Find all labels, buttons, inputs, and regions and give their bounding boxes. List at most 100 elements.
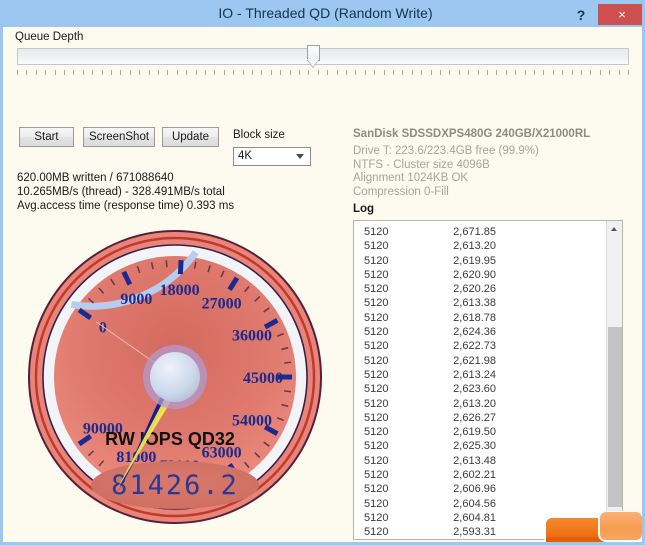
log-cell-value: 2,613.24	[453, 368, 496, 381]
log-cell-value: 2,618.78	[453, 311, 496, 324]
update-button[interactable]: Update	[162, 127, 219, 147]
log-cell-value: 2,621.98	[453, 354, 496, 367]
chevron-down-icon	[296, 154, 304, 159]
drive-filesystem: NTFS - Cluster size 4096B	[353, 158, 490, 171]
title-bar: IO - Threaded QD (Random Write) ? ×	[3, 3, 642, 27]
brand-logo	[541, 510, 642, 542]
drive-compression: Compression 0-Fill	[353, 185, 449, 198]
queue-depth-slider-thumb[interactable]	[307, 45, 320, 69]
log-row[interactable]: 5120 2,626.27	[354, 411, 606, 425]
svg-text:9000: 9000	[120, 291, 152, 308]
stats-throughput: 10.265MB/s (thread) - 328.491MB/s total	[17, 186, 225, 198]
gauge-digital-readout: 81426.2	[111, 470, 239, 501]
drive-details: Drive T: 223.6/223.4GB free (99.9%) NTFS…	[353, 145, 539, 199]
svg-text:36000: 36000	[232, 327, 272, 344]
svg-text:54000: 54000	[232, 413, 272, 430]
log-cell-blocks: 5120	[364, 526, 389, 539]
scroll-up-icon[interactable]	[607, 221, 622, 237]
stats-block: 620.00MB written / 671088640 10.265MB/s …	[17, 171, 234, 213]
log-listbox[interactable]: 5120 2,671.85 5120 2,613.20 5120 2,619.95 5120…	[353, 220, 623, 540]
log-cell-blocks: 5120	[364, 411, 389, 424]
app-window: IO - Threaded QD (Random Write) ? × Queu…	[0, 0, 645, 545]
log-cell-blocks: 5120	[364, 397, 389, 410]
queue-depth-slider-track[interactable]	[17, 48, 629, 65]
log-cell-blocks: 5120	[364, 440, 389, 453]
log-cell-blocks: 5120	[364, 326, 389, 339]
start-button[interactable]: Start	[19, 127, 74, 147]
log-cell-value: 2,619.50	[453, 426, 496, 439]
log-row[interactable]: 5120 2,602.21	[354, 468, 606, 482]
log-row[interactable]: 5120 2,613.20	[354, 239, 606, 253]
svg-text:27000: 27000	[202, 295, 242, 312]
log-row[interactable]: 5120 2,613.24	[354, 368, 606, 382]
log-cell-blocks: 5120	[364, 340, 389, 353]
log-cell-value: 2,613.38	[453, 297, 496, 310]
log-cell-blocks: 5120	[364, 354, 389, 367]
log-row[interactable]: 5120 2,619.95	[354, 254, 606, 268]
log-cell-blocks: 5120	[364, 268, 389, 281]
log-cell-value: 2,613.48	[453, 454, 496, 467]
log-cell-value: 2,671.85	[453, 226, 496, 238]
log-row[interactable]: 5120 2,625.30	[354, 439, 606, 453]
log-row[interactable]: 5120 2,604.56	[354, 497, 606, 511]
client-area: Queue Depth Start ScreenShot Update Bloc…	[3, 27, 642, 542]
log-cell-value: 2,613.20	[453, 240, 496, 253]
svg-text:18000: 18000	[160, 282, 200, 299]
log-cell-value: 2,620.90	[453, 268, 496, 281]
log-cell-value: 2,593.31	[453, 526, 496, 539]
log-row[interactable]: 5120 2,613.20	[354, 397, 606, 411]
log-row[interactable]: 5120 2,620.90	[354, 268, 606, 282]
log-cell-blocks: 5120	[364, 311, 389, 324]
log-cell-value: 2,624.36	[453, 326, 496, 339]
stats-written: 620.00MB written / 671088640	[17, 172, 174, 184]
log-cell-blocks: 5120	[364, 497, 389, 510]
log-cell-blocks: 5120	[364, 511, 389, 524]
block-size-select[interactable]: 4K	[233, 147, 311, 166]
log-row[interactable]: 5120 2,619.50	[354, 425, 606, 439]
block-size-value: 4K	[238, 150, 253, 162]
log-cell-value: 2,606.96	[453, 483, 496, 496]
log-label: Log	[353, 203, 375, 215]
drive-capacity: Drive T: 223.6/223.4GB free (99.9%)	[353, 145, 539, 157]
log-cell-blocks: 5120	[364, 297, 389, 310]
log-cell-blocks: 5120	[364, 426, 389, 439]
scrollbar-thumb[interactable]	[608, 327, 622, 507]
log-scrollbar[interactable]	[606, 221, 622, 539]
gauge-caption: RW IOPS QD32	[105, 429, 235, 449]
log-cell-value: 2,625.30	[453, 440, 496, 453]
queue-depth-label: Queue Depth	[15, 31, 84, 43]
log-row[interactable]: 5120 2,613.38	[354, 296, 606, 310]
gauge-hub	[150, 352, 200, 402]
log-row[interactable]: 5120 2,621.98	[354, 354, 606, 368]
log-row[interactable]: 5120 2,618.78	[354, 311, 606, 325]
help-button[interactable]: ?	[570, 4, 592, 26]
log-row[interactable]: 5120 2,613.48	[354, 454, 606, 468]
iops-gauge: 0900018000270003600045000540006300072000…	[10, 219, 340, 541]
log-cell-blocks: 5120	[364, 454, 389, 467]
log-row[interactable]: 5120 2,671.85	[354, 225, 606, 239]
stats-access-time: Avg.access time (response time) 0.393 ms	[17, 200, 235, 212]
log-cell-blocks: 5120	[364, 254, 389, 267]
log-row[interactable]: 5120 2,624.36	[354, 325, 606, 339]
log-cell-blocks: 5120	[364, 240, 389, 253]
queue-depth-tickmarks	[17, 70, 629, 77]
log-row[interactable]: 5120 2,623.60	[354, 382, 606, 396]
log-cell-blocks: 5120	[364, 383, 389, 396]
log-row[interactable]: 5120 2,622.73	[354, 339, 606, 353]
log-rows: 5120 2,671.85 5120 2,613.20 5120 2,619.95 5120…	[354, 225, 606, 539]
log-cell-value: 2,613.20	[453, 397, 496, 410]
close-button[interactable]: ×	[598, 4, 642, 25]
block-size-label: Block size	[233, 129, 285, 141]
log-cell-value: 2,622.73	[453, 340, 496, 353]
log-cell-value: 2,604.56	[453, 497, 496, 510]
log-cell-blocks: 5120	[364, 283, 389, 296]
log-cell-blocks: 5120	[364, 368, 389, 381]
log-cell-blocks: 5120	[364, 483, 389, 496]
svg-text:45000: 45000	[243, 370, 283, 387]
log-row[interactable]: 5120 2,620.26	[354, 282, 606, 296]
log-cell-value: 2,620.26	[453, 283, 496, 296]
log-cell-value: 2,619.95	[453, 254, 496, 267]
log-row[interactable]: 5120 2,606.96	[354, 482, 606, 496]
screenshot-button[interactable]: ScreenShot	[83, 127, 155, 147]
log-cell-value: 2,602.21	[453, 469, 496, 482]
